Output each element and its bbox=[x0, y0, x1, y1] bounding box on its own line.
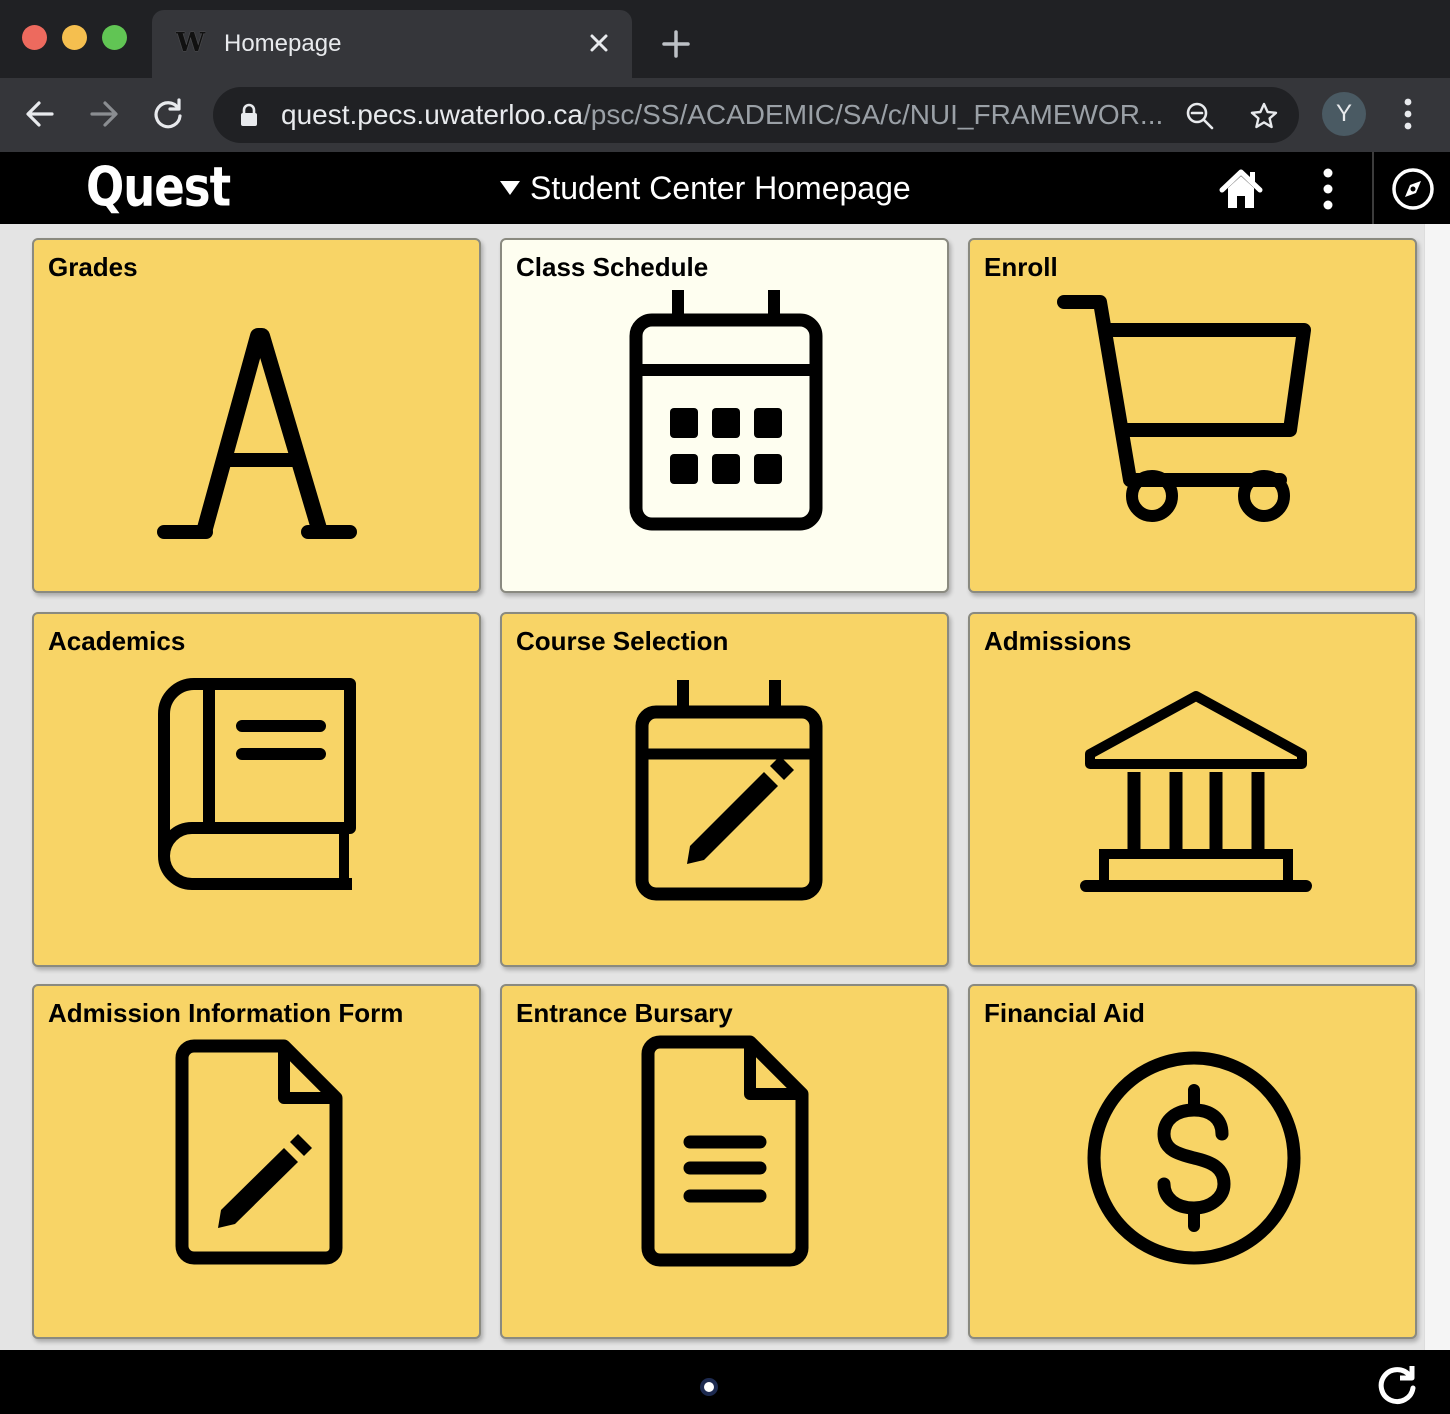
favicon-icon: W bbox=[176, 28, 205, 58]
actions-menu-icon[interactable] bbox=[1318, 168, 1338, 210]
minimize-window-button[interactable] bbox=[62, 25, 87, 50]
tile-title: Admissions bbox=[984, 626, 1132, 656]
tile-financial-aid[interactable]: Financial Aid bbox=[968, 984, 1417, 1339]
bookmark-star-icon[interactable] bbox=[1249, 101, 1279, 131]
tile-title: Enroll bbox=[984, 252, 1058, 282]
document-icon bbox=[641, 1035, 809, 1267]
browser-toolbar: quest.pecs.uwaterloo.ca/psc/SS/ACADEMIC/… bbox=[0, 78, 1450, 152]
browser-menu-icon[interactable] bbox=[1394, 96, 1422, 132]
navbar-compass-icon[interactable] bbox=[1390, 166, 1436, 212]
page-scrollbar[interactable] bbox=[1424, 224, 1450, 1350]
book-icon bbox=[158, 678, 356, 890]
header-divider bbox=[1372, 152, 1374, 224]
close-tab-icon[interactable] bbox=[584, 28, 614, 58]
document-edit-icon bbox=[175, 1039, 343, 1265]
new-tab-icon[interactable] bbox=[660, 28, 692, 60]
grade-a-icon bbox=[157, 328, 357, 539]
institution-icon bbox=[1080, 691, 1312, 892]
address-bar[interactable]: quest.pecs.uwaterloo.ca/psc/SS/ACADEMIC/… bbox=[213, 87, 1299, 143]
quest-header: Quest Student Center Homepage bbox=[0, 152, 1450, 224]
zoom-out-icon[interactable] bbox=[1185, 101, 1215, 131]
tile-class-schedule[interactable]: Class Schedule bbox=[500, 238, 949, 593]
tile-title: Entrance Bursary bbox=[516, 998, 733, 1028]
home-icon[interactable] bbox=[1218, 166, 1264, 212]
browser-tab-strip: W Homepage bbox=[0, 0, 1450, 78]
footer-bar bbox=[0, 1350, 1424, 1414]
refresh-icon[interactable] bbox=[1374, 1362, 1420, 1408]
footer-corner bbox=[1424, 1350, 1450, 1414]
tile-grades[interactable]: Grades bbox=[32, 238, 481, 593]
tile-title: Course Selection bbox=[516, 626, 729, 656]
maximize-window-button[interactable] bbox=[102, 25, 127, 50]
reload-icon[interactable] bbox=[150, 96, 186, 132]
back-arrow-icon[interactable] bbox=[22, 96, 58, 132]
forward-arrow-icon[interactable] bbox=[86, 96, 122, 132]
cart-icon bbox=[1057, 295, 1311, 522]
tile-title: Admission Information Form bbox=[48, 998, 404, 1028]
close-window-button[interactable] bbox=[22, 25, 47, 50]
tile-admissions[interactable]: Admissions bbox=[968, 612, 1417, 967]
caret-down-icon bbox=[500, 181, 520, 195]
page-title: Student Center Homepage bbox=[530, 169, 911, 206]
tile-title: Academics bbox=[48, 626, 186, 656]
tile-enroll[interactable]: Enroll bbox=[968, 238, 1417, 593]
dollar-circle-icon bbox=[1087, 1051, 1301, 1265]
url-text: quest.pecs.uwaterloo.ca/psc/SS/ACADEMIC/… bbox=[281, 99, 1164, 130]
tab-title: Homepage bbox=[224, 30, 342, 57]
homepage-selector[interactable]: Student Center Homepage bbox=[500, 168, 911, 208]
lock-icon bbox=[241, 103, 257, 126]
tile-title: Grades bbox=[48, 252, 138, 282]
tile-academics[interactable]: Academics bbox=[32, 612, 481, 967]
page-indicator-dot[interactable] bbox=[700, 1378, 718, 1396]
tile-entrance-bursary[interactable]: Entrance Bursary bbox=[500, 984, 949, 1339]
profile-avatar[interactable]: Y bbox=[1322, 92, 1366, 136]
tile-course-selection[interactable]: Course Selection bbox=[500, 612, 949, 967]
tile-grid: Grades Class Schedule Enroll Academics C… bbox=[0, 224, 1424, 1350]
calendar-edit-icon bbox=[635, 680, 823, 901]
calendar-icon bbox=[629, 290, 823, 531]
tile-title: Financial Aid bbox=[984, 998, 1145, 1028]
quest-logo[interactable]: Quest bbox=[86, 156, 231, 219]
tile-title: Class Schedule bbox=[516, 252, 709, 282]
tile-admission-information-form[interactable]: Admission Information Form bbox=[32, 984, 481, 1339]
browser-tab[interactable]: W Homepage bbox=[152, 10, 632, 78]
